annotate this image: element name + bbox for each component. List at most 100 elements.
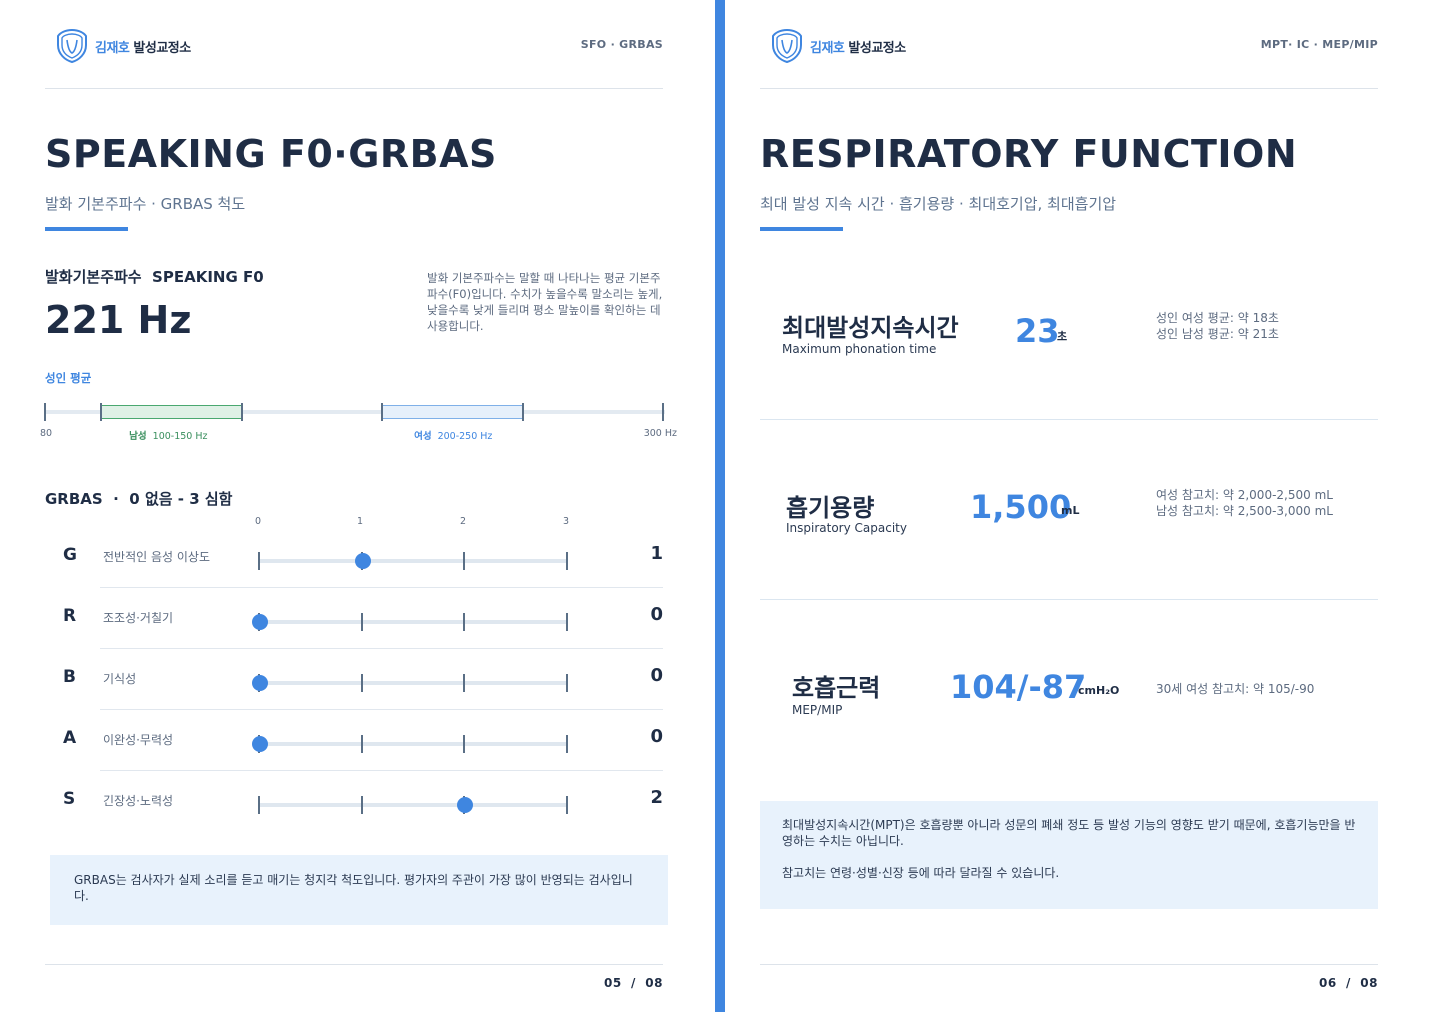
range-tick <box>381 403 384 421</box>
metric-title: 흡기용량 <box>786 494 875 522</box>
note-paragraph: 참고치는 연령·성별·신장 등에 따라 달라질 수 있습니다. <box>782 866 1060 880</box>
metric-title: 최대발성지속시간 <box>782 314 959 342</box>
page-header: 김재호 발성교정소 MPT· IC · MEP/MIP <box>760 28 1378 64</box>
page-right: 김재호 발성교정소 MPT· IC · MEP/MIP RESPIRATORY … <box>715 0 1430 1012</box>
metric-reference: 성인 여성 평균: 약 18초 성인 남성 평균: 약 21초 <box>1156 310 1279 342</box>
speaking-f0-value: 221 Hz <box>45 298 192 342</box>
title-accent-bar <box>45 227 128 231</box>
shield-logo-icon <box>772 28 802 64</box>
metric-reference: 여성 참고치: 약 2,000-2,500 mL 남성 참고치: 약 2,500… <box>1156 487 1333 519</box>
grbas-note: GRBAS는 검사자가 실제 소리를 듣고 매기는 청지각 척도입니다. 평가자… <box>50 855 668 925</box>
metric-subtitle: Inspiratory Capacity <box>786 521 907 535</box>
brand-logo: 김재호 발성교정소 <box>770 28 906 64</box>
metric-subtitle: MEP/MIP <box>792 703 843 717</box>
range-tick <box>240 403 243 421</box>
scale-tick <box>566 613 569 631</box>
brand-name: 김재호 발성교정소 <box>95 40 191 56</box>
header-tag: SFO · GRBAS <box>580 38 663 51</box>
grbas-title: GRBAS · 0 없음 - 3 심함 <box>45 490 233 508</box>
scale-label: 1 <box>356 516 364 527</box>
female-range-band <box>382 405 523 419</box>
scale-tick <box>566 796 569 814</box>
grbas-score: 0 <box>650 726 663 747</box>
metric-divider <box>760 599 1378 600</box>
grbas-score: 2 <box>650 787 663 808</box>
range-tick <box>44 403 46 421</box>
page-title: RESPIRATORY FUNCTION <box>760 132 1298 176</box>
respiratory-note: 최대발성지속시간(MPT)은 호흡량뿐 아니라 성문의 폐쇄 정도 등 발성 기… <box>760 801 1378 909</box>
range-tick <box>100 403 103 421</box>
scale-tick <box>360 735 363 753</box>
metric-value: 104/-87 <box>950 668 1087 706</box>
scale-label: 0 <box>254 516 262 527</box>
page-spine <box>715 0 725 1012</box>
grbas-row-g: G 전반적인 음성 이상도 1 <box>45 527 663 588</box>
page-header: 김재호 발성교정소 SFO · GRBAS <box>45 28 663 64</box>
metric-reference: 30세 여성 참고치: 약 105/-90 <box>1156 681 1314 697</box>
reference-line: 30세 여성 참고치: 약 105/-90 <box>1156 682 1315 696</box>
grbas-score: 0 <box>650 665 663 686</box>
header-divider <box>45 88 663 89</box>
metric-ic: 흡기용량 Inspiratory Capacity 1,500 mL 여성 참고… <box>760 480 1378 560</box>
grbas-letter: G <box>63 545 77 565</box>
metric-value: 23 <box>1015 312 1060 350</box>
speaking-f0-label: 발화기본주파수 SPEAKING F0 <box>45 268 264 286</box>
scale-tick <box>360 613 363 631</box>
speaking-f0-description: 발화 기본주파수는 말할 때 나타나는 평균 기본주파수(F0)입니다. 수치가… <box>427 271 663 333</box>
metric-unit: 초 <box>1057 330 1068 343</box>
scale-tick <box>463 674 466 692</box>
brand-logo: 김재호 발성교정소 <box>55 28 191 64</box>
range-min-label: 80 <box>40 428 53 439</box>
metric-divider <box>760 419 1378 420</box>
reference-line: 성인 남성 평균: 약 21초 <box>1156 327 1279 341</box>
scale-tick <box>360 674 363 692</box>
grbas-row-b: B 기식성 0 <box>45 649 663 710</box>
metric-unit: mL <box>1061 504 1080 517</box>
footer-divider <box>45 964 663 965</box>
page-number: 05 / 08 <box>604 976 663 990</box>
f0-range-scale: 80 남성 100-150 Hz 여성 200-250 Hz 300 Hz <box>40 400 677 450</box>
header-tag: MPT· IC · MEP/MIP <box>1260 38 1378 51</box>
reference-line: 남성 참고치: 약 2,500-3,000 mL <box>1156 504 1333 518</box>
metric-title: 호흡근력 <box>792 674 881 702</box>
title-accent-bar <box>760 227 843 231</box>
page-subtitle: 발화 기본주파수 · GRBAS 척도 <box>45 195 246 213</box>
reference-line: 성인 여성 평균: 약 18초 <box>1156 311 1279 325</box>
grbas-score: 0 <box>650 604 663 625</box>
grbas-description: 기식성 <box>103 672 137 686</box>
grbas-track <box>258 796 569 814</box>
grbas-score: 1 <box>650 543 663 564</box>
metric-subtitle: Maximum phonation time <box>782 342 937 356</box>
metric-unit: cmH₂O <box>1078 684 1120 697</box>
grbas-row-s: S 긴장성·노력성 2 <box>45 771 663 832</box>
scale-tick <box>258 796 260 814</box>
grbas-description: 전반적인 음성 이상도 <box>103 550 210 564</box>
score-marker <box>252 614 268 630</box>
adult-average-label: 성인 평균 <box>45 371 92 385</box>
grbas-letter: R <box>63 606 77 626</box>
score-marker <box>252 675 268 691</box>
metric-value: 1,500 <box>970 488 1072 526</box>
grbas-track <box>252 735 569 753</box>
range-tick <box>662 403 664 421</box>
score-marker <box>457 797 474 813</box>
scale-label: 3 <box>562 516 570 527</box>
range-max-label: 300 Hz <box>643 428 677 439</box>
page-left: 김재호 발성교정소 SFO · GRBAS SPEAKING F0·GRBAS … <box>0 0 715 1012</box>
metric-mep-mip: 호흡근력 MEP/MIP 104/-87 cmH₂O 30세 여성 참고치: 약… <box>760 660 1378 740</box>
header-divider <box>760 88 1378 89</box>
grbas-description: 조조성·거칠기 <box>103 611 174 625</box>
range-tick <box>521 403 524 421</box>
grbas-description: 긴장성·노력성 <box>103 794 174 808</box>
scale-tick <box>463 735 466 753</box>
scale-tick <box>566 735 569 753</box>
male-range-label: 남성 100-150 Hz <box>129 431 208 442</box>
scale-tick <box>566 674 569 692</box>
grbas-track <box>252 674 569 692</box>
scale-tick <box>463 613 466 631</box>
scale-tick <box>463 552 466 570</box>
score-marker <box>252 736 268 752</box>
score-marker <box>354 553 371 569</box>
metric-mpt: 최대발성지속시간 Maximum phonation time 23 초 성인 … <box>760 300 1378 380</box>
scale-tick <box>360 796 363 814</box>
